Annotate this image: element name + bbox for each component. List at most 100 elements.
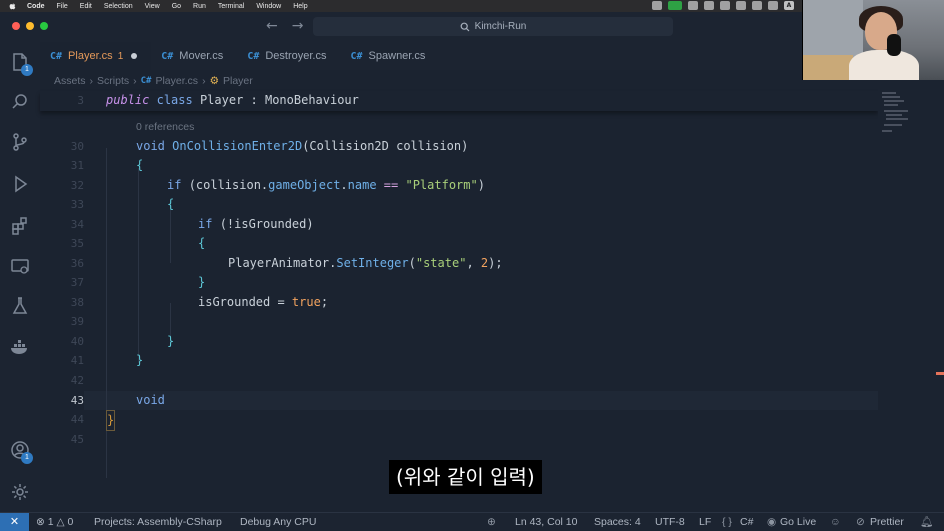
code-line: 35 {	[70, 236, 206, 250]
menubar-tray: A	[652, 1, 794, 10]
breadcrumb-assets[interactable]: Assets	[54, 75, 86, 87]
csharp-file-icon: C#	[247, 50, 260, 62]
extension-icon[interactable]	[720, 1, 730, 10]
history-navigation: ← →	[266, 18, 303, 34]
tab-destroyer-cs[interactable]: C# Destroyer.cs	[237, 42, 340, 70]
encoding[interactable]: UTF-8	[655, 513, 685, 531]
workspace-name: Kimchi-Run	[474, 21, 527, 32]
indentation[interactable]: Spaces: 4	[594, 513, 641, 531]
debug-configuration[interactable]: Debug Any CPU	[240, 513, 316, 531]
command-center[interactable]: Kimchi-Run	[313, 17, 673, 36]
tab-spawner-cs[interactable]: C# Spawner.cs	[341, 42, 440, 70]
problems-indicator[interactable]: ⊗ 1 △ 0	[36, 513, 73, 531]
extensions-icon[interactable]	[10, 216, 30, 236]
copilot-icon[interactable]: ☺	[830, 513, 841, 531]
zoom-icon[interactable]: ⊕	[487, 513, 496, 531]
input-source-icon[interactable]: A	[784, 1, 794, 10]
docker-icon[interactable]	[10, 338, 30, 358]
unsaved-dot-icon[interactable]	[131, 53, 138, 59]
code-line: 31 {	[70, 158, 144, 172]
code-line: 40 }	[70, 334, 175, 348]
breadcrumb-scripts[interactable]: Scripts	[97, 75, 129, 87]
editor-tabs: C# Player.cs 1 C# Mover.cs C# Destroyer.…	[40, 42, 802, 70]
bell-icon[interactable]: 🔔︎	[920, 513, 933, 531]
apple-icon[interactable]	[8, 2, 17, 11]
braces-icon: { }	[722, 516, 732, 528]
tab-player-cs[interactable]: C# Player.cs 1	[40, 42, 152, 70]
wifi-icon[interactable]	[768, 1, 778, 10]
end-of-line[interactable]: LF	[699, 513, 711, 531]
volume-icon[interactable]	[736, 1, 746, 10]
line-number: 3	[77, 94, 84, 107]
maximize-window-button[interactable]	[40, 22, 48, 30]
search-icon	[460, 22, 470, 31]
close-window-button[interactable]	[12, 22, 20, 30]
webcam-overlay	[802, 0, 944, 80]
menu-help[interactable]: Help	[293, 3, 307, 10]
prettier-check-icon: ⊘	[856, 516, 865, 528]
source-control-icon[interactable]	[10, 132, 30, 152]
codelens-references[interactable]: 0 references	[136, 121, 194, 133]
menu-app[interactable]: Code	[27, 3, 45, 10]
minimap[interactable]	[878, 88, 944, 508]
menu-file[interactable]: File	[57, 3, 68, 10]
prettier-status[interactable]: Prettier	[870, 513, 904, 531]
camera-icon[interactable]	[668, 1, 682, 10]
code-line-current: 43 void	[70, 393, 165, 407]
project-selector[interactable]: Projects: Assembly-CSharp	[94, 513, 222, 531]
minimap-error-marker	[936, 372, 944, 375]
menu-edit[interactable]: Edit	[80, 3, 92, 10]
tab-label: Mover.cs	[179, 50, 224, 62]
testing-flask-icon[interactable]	[10, 296, 30, 316]
menu-go[interactable]: Go	[172, 3, 181, 10]
tab-label: Destroyer.cs	[265, 50, 327, 62]
csharp-file-icon: C#	[140, 76, 152, 86]
csharp-file-icon: C#	[350, 50, 363, 62]
code-line: 32 if (collision.gameObject.name == "Pla…	[70, 178, 485, 192]
menu-terminal[interactable]: Terminal	[218, 3, 244, 10]
code-line: 38 isGrounded = true;	[70, 295, 329, 309]
search-icon[interactable]	[10, 92, 30, 112]
bluetooth-icon[interactable]	[752, 1, 762, 10]
code-line: 30 void OnCollisionEnter2D(Collision2D c…	[70, 139, 469, 153]
remote-indicator[interactable]: ✕	[0, 513, 29, 531]
code-editor[interactable]: 3 public class Player : MonoBehaviour 0 …	[40, 88, 878, 508]
code-line: 34 if (!isGrounded)	[70, 217, 314, 231]
breadcrumb-symbol[interactable]: Player	[223, 75, 253, 87]
code-line: 41 }	[70, 353, 144, 367]
sticky-scroll-header[interactable]: 3 public class Player : MonoBehaviour	[40, 91, 878, 111]
status-bar: ✕ ⊗ 1 △ 0 Projects: Assembly-CSharp Debu…	[0, 512, 944, 531]
explorer-badge: 1	[21, 64, 33, 76]
tab-mover-cs[interactable]: C# Mover.cs	[151, 42, 237, 70]
menu-view[interactable]: View	[145, 3, 160, 10]
forward-arrow-icon[interactable]: →	[292, 18, 304, 34]
language-mode[interactable]: C#	[740, 513, 753, 531]
menu-window[interactable]: Window	[256, 3, 281, 10]
screen-icon[interactable]	[652, 1, 662, 10]
code-line: 37 }	[70, 275, 206, 289]
problem-count: 1	[117, 50, 124, 62]
minimize-window-button[interactable]	[26, 22, 34, 30]
go-live-button[interactable]: Go Live	[780, 513, 816, 531]
record-icon[interactable]	[688, 1, 698, 10]
code-line: 33 {	[70, 197, 175, 211]
code-line: 45	[70, 433, 84, 446]
gear-icon[interactable]	[10, 482, 30, 502]
csharp-file-icon: C#	[161, 50, 174, 62]
window-controls	[12, 22, 48, 30]
back-arrow-icon[interactable]: ←	[266, 18, 278, 34]
menu-run[interactable]: Run	[193, 3, 206, 10]
run-debug-icon[interactable]	[10, 174, 30, 194]
tab-label: Player.cs	[68, 50, 113, 62]
accounts-badge: 1	[21, 452, 33, 464]
broadcast-icon: ◉	[767, 516, 777, 528]
cloud-icon[interactable]	[704, 1, 714, 10]
breadcrumb-file[interactable]: Player.cs	[155, 75, 198, 87]
cursor-position[interactable]: Ln 43, Col 10	[515, 513, 577, 531]
video-subtitle: (위와 같이 입력)	[389, 460, 542, 494]
code-line: 44 }	[40, 410, 878, 431]
code-line: 36 PlayerAnimator.SetInteger("state", 2)…	[70, 256, 503, 270]
remote-explorer-icon[interactable]	[10, 256, 30, 276]
menu-selection[interactable]: Selection	[104, 3, 133, 10]
tab-label: Spawner.cs	[368, 50, 426, 62]
